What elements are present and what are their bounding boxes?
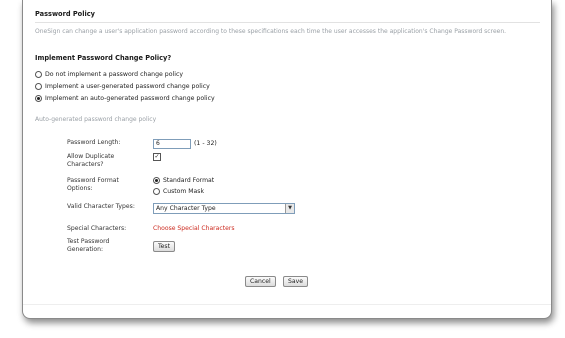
radio-button-selected[interactable] (153, 177, 160, 184)
password-length-label: Password Length: (67, 139, 121, 146)
valid-types-select[interactable]: Any Character Type ▼ (153, 203, 295, 214)
cancel-button[interactable]: Cancel (245, 276, 276, 287)
radio-label: Implement an auto-generated password cha… (45, 95, 215, 102)
radio-label: Custom Mask (163, 188, 204, 195)
select-value: Any Character Type (156, 205, 216, 212)
policy-heading: Implement Password Change Policy? (35, 54, 172, 62)
chevron-down-icon[interactable]: ▼ (285, 204, 294, 213)
title-divider (35, 22, 540, 23)
password-length-input[interactable]: 6 (153, 139, 191, 149)
allow-duplicates-checkbox[interactable]: ✓ (153, 153, 161, 161)
test-button[interactable]: Test (153, 241, 175, 252)
radio-auto-generated[interactable]: Implement an auto-generated password cha… (35, 95, 215, 102)
format-standard-option[interactable]: Standard Format (153, 177, 214, 184)
radio-label: Do not implement a password change polic… (45, 71, 184, 78)
page-description: OneSign can change a user's application … (35, 28, 507, 35)
format-options-label: Password Format Options: (67, 177, 119, 193)
radio-button[interactable] (35, 83, 42, 90)
page-title: Password Policy (35, 10, 95, 18)
format-custom-mask-option[interactable]: Custom Mask (153, 188, 204, 195)
radio-button[interactable] (35, 71, 42, 78)
auto-section-label: Auto-generated password change policy (35, 116, 157, 123)
radio-user-generated[interactable]: Implement a user-generated password chan… (35, 83, 210, 90)
radio-label: Implement a user-generated password chan… (45, 83, 210, 90)
save-button[interactable]: Save (283, 276, 308, 287)
footer-divider (23, 304, 551, 305)
allow-duplicates-label: Allow Duplicate Characters? (67, 153, 115, 169)
special-characters-label: Special Characters: (67, 225, 127, 232)
radio-button-selected[interactable] (35, 95, 42, 102)
test-generation-label: Test Password Generation: (67, 238, 110, 254)
radio-label: Standard Format (163, 177, 215, 184)
password-length-range: (1 - 32) (194, 140, 217, 147)
valid-types-label: Valid Character Types: (67, 203, 135, 210)
choose-special-characters-link[interactable]: Choose Special Characters (153, 225, 235, 232)
radio-no-policy[interactable]: Do not implement a password change polic… (35, 71, 183, 78)
radio-button[interactable] (153, 188, 160, 195)
password-policy-panel: Password Policy OneSign can change a use… (22, 0, 552, 319)
